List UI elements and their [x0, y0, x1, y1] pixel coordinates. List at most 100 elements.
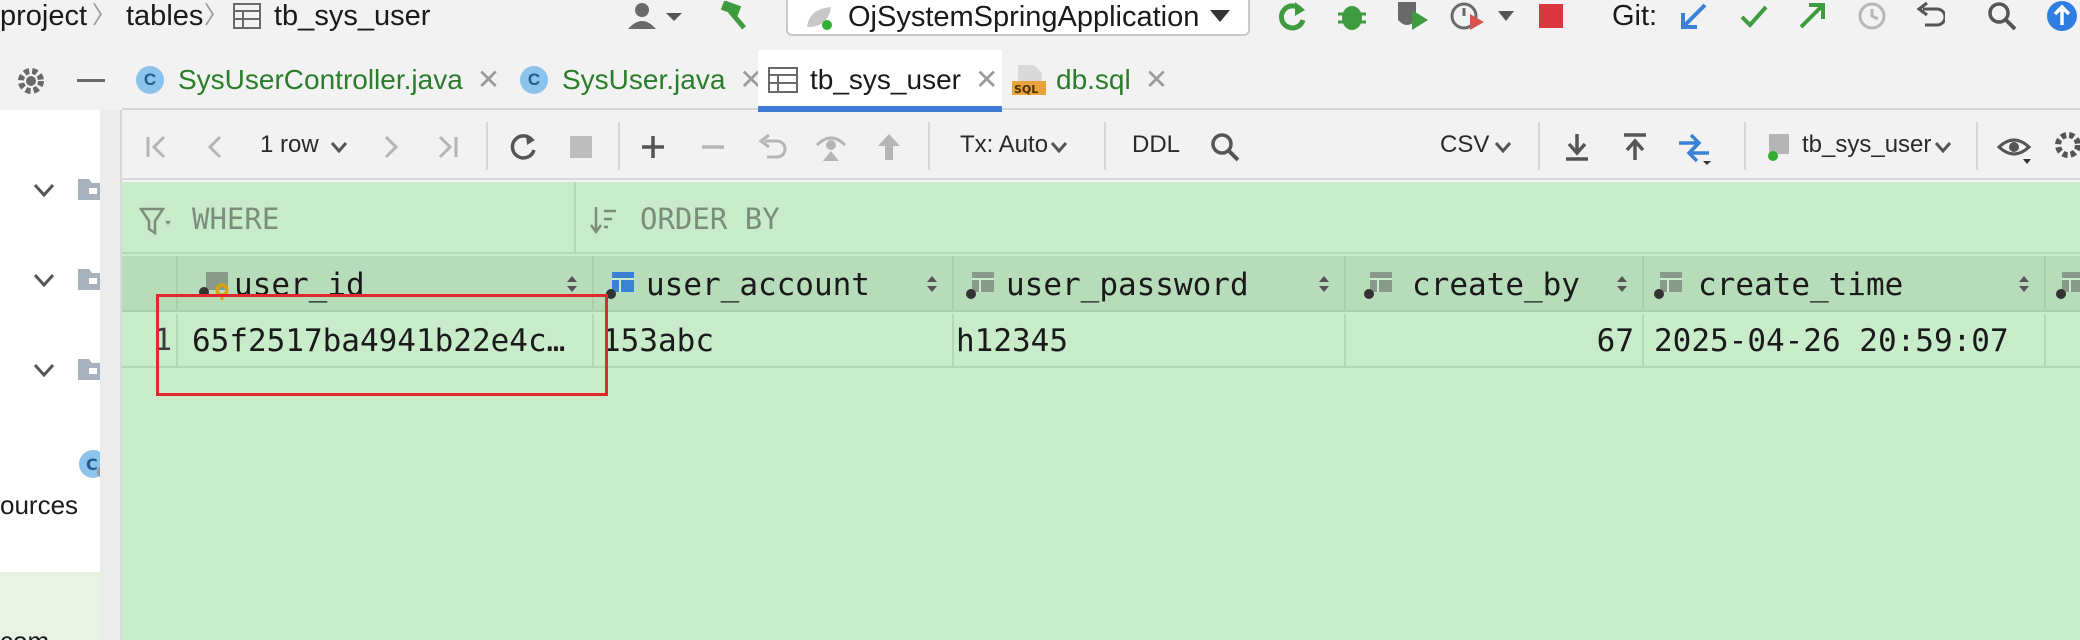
sort-toggle-icon[interactable]: [1616, 274, 1628, 299]
toolbar-separator: [486, 122, 488, 170]
stop-icon[interactable]: [566, 132, 596, 162]
gear-icon[interactable]: [2050, 128, 2080, 162]
column-header-create-time[interactable]: create_time: [1646, 256, 2046, 312]
chevron-down-icon: [1206, 6, 1234, 26]
data-grid-toolbar: 1 row Tx: Auto DDL CSV tb_sys_user: [122, 112, 2080, 180]
view-options-icon[interactable]: [1996, 132, 2036, 166]
updates-icon[interactable]: [2044, 0, 2080, 32]
chevron-down-icon[interactable]: [1492, 6, 1520, 26]
rollback-icon[interactable]: [1912, 0, 1948, 32]
run-with-coverage-icon[interactable]: [1392, 0, 1432, 32]
breadcrumb-separator: 〉: [204, 2, 228, 29]
search-icon[interactable]: [1984, 0, 2020, 32]
download-icon[interactable]: [1560, 130, 1594, 164]
ddl-button[interactable]: DDL: [1132, 130, 1180, 160]
column-header-next[interactable]: [2048, 256, 2080, 312]
close-icon[interactable]: ✕: [477, 65, 500, 95]
git-push-icon[interactable]: [1794, 0, 1830, 32]
column-header-user-account[interactable]: user_account: [596, 256, 954, 312]
git-update-icon[interactable]: [1676, 0, 1712, 32]
tree-item-resources[interactable]: ources: [0, 490, 78, 520]
delete-row-icon[interactable]: [698, 132, 728, 162]
filter-bar: WHERE ORDER BY: [122, 182, 2080, 254]
next-page-icon[interactable]: [376, 132, 406, 162]
tab-label: SysUser.java: [562, 64, 726, 95]
column-header-label: user_account: [646, 267, 870, 303]
search-icon[interactable]: [1208, 130, 1242, 164]
cell-user-password-text: h12345: [956, 323, 1068, 359]
column-header-user-password[interactable]: user_password: [956, 256, 1346, 312]
filter-icon: [138, 206, 174, 236]
svg-text:SQL: SQL: [1014, 83, 1038, 96]
user-icon[interactable]: [626, 0, 686, 32]
column-header-create-by[interactable]: create_by: [1348, 256, 1644, 312]
git-commit-icon[interactable]: [1736, 0, 1772, 32]
column-icon: [1654, 270, 1684, 305]
chevron-down-icon[interactable]: [30, 270, 58, 290]
toolbar-separator: [1976, 122, 1978, 170]
breadcrumb-table[interactable]: tb_sys_user: [274, 0, 430, 32]
first-page-icon[interactable]: [142, 132, 172, 162]
last-page-icon[interactable]: [432, 132, 462, 162]
run-configuration-label: OjSystemSpringApplication: [848, 1, 1200, 33]
breadcrumb-project[interactable]: project: [0, 0, 87, 32]
chevron-down-icon[interactable]: [30, 180, 58, 200]
column-icon: [966, 270, 996, 305]
submit-icon[interactable]: [874, 130, 904, 164]
sort-toggle-icon[interactable]: [926, 274, 938, 299]
datasource-select[interactable]: tb_sys_user: [1802, 130, 1931, 160]
gear-icon[interactable]: [14, 64, 48, 98]
stop-icon[interactable]: [1534, 2, 1568, 30]
tab-db-sql[interactable]: SQL db.sql ✕: [1012, 50, 1168, 110]
spring-icon: [802, 2, 838, 32]
toolbar-separator: [1104, 122, 1106, 170]
export-format-select[interactable]: CSV: [1440, 130, 1489, 160]
toolbar-separator: [1744, 122, 1746, 170]
column-icon: [2056, 270, 2080, 305]
chevron-down-icon[interactable]: [1048, 138, 1070, 156]
order-by-input[interactable]: ORDER BY: [640, 202, 780, 236]
toolbar-separator: [1538, 122, 1540, 170]
where-filter-input[interactable]: WHERE: [192, 202, 279, 236]
column-header-label: create_time: [1698, 267, 1904, 303]
chevron-down-icon[interactable]: [30, 360, 58, 380]
build-hammer-icon[interactable]: [716, 0, 756, 32]
rerun-icon[interactable]: [1272, 0, 1312, 32]
upload-icon[interactable]: [1618, 130, 1652, 164]
cell-create-by[interactable]: 67: [1348, 314, 1644, 368]
previous-page-icon[interactable]: [200, 132, 230, 162]
tab-tb-sys-user[interactable]: tb_sys_user ✕: [758, 50, 1002, 112]
breadcrumb-tables[interactable]: tables: [126, 0, 203, 32]
close-icon[interactable]: ✕: [975, 65, 998, 95]
column-icon: [606, 270, 636, 305]
profiler-icon[interactable]: [1448, 0, 1488, 32]
project-panel: C ources com: [0, 50, 122, 640]
chevron-down-icon[interactable]: [1492, 138, 1514, 156]
cell-create-time[interactable]: 2025-04-26 20:59:07: [1646, 314, 2046, 368]
transaction-mode-select[interactable]: Tx: Auto: [960, 130, 1048, 160]
debug-icon[interactable]: [1332, 0, 1372, 32]
editor-tab-bar: C SysUserController.java ✕ C SysUser.jav…: [122, 50, 2080, 112]
minimize-icon[interactable]: [76, 78, 106, 84]
refresh-icon[interactable]: [506, 130, 540, 164]
sort-toggle-icon[interactable]: [1318, 274, 1330, 299]
add-row-icon[interactable]: [638, 132, 668, 162]
sort-toggle-icon[interactable]: [2018, 274, 2030, 299]
revert-icon[interactable]: [756, 132, 788, 162]
chevron-down-icon[interactable]: [328, 138, 350, 156]
run-configuration-select[interactable]: OjSystemSpringApplication: [786, 0, 1250, 36]
compare-icon[interactable]: [1674, 128, 1714, 166]
tree-item-com[interactable]: com: [0, 626, 49, 640]
row-count-select[interactable]: 1 row: [260, 130, 319, 160]
navigation-bar: project 〉 tables 〉 tb_sys_user OjSystemS…: [0, 0, 2080, 36]
project-panel-scrollbar[interactable]: [100, 110, 120, 640]
column-header-label: user_password: [1006, 267, 1249, 303]
tab-sysuser[interactable]: C SysUser.java ✕: [520, 50, 763, 110]
close-icon[interactable]: ✕: [1145, 65, 1168, 95]
cell-user-account[interactable]: 153abc: [596, 314, 954, 368]
class-icon: C: [520, 66, 548, 94]
tab-sysusercontroller[interactable]: C SysUserController.java ✕: [136, 50, 500, 110]
chevron-down-icon[interactable]: [1932, 138, 1954, 156]
history-icon[interactable]: [1854, 0, 1890, 32]
preview-changes-icon[interactable]: [814, 130, 848, 164]
